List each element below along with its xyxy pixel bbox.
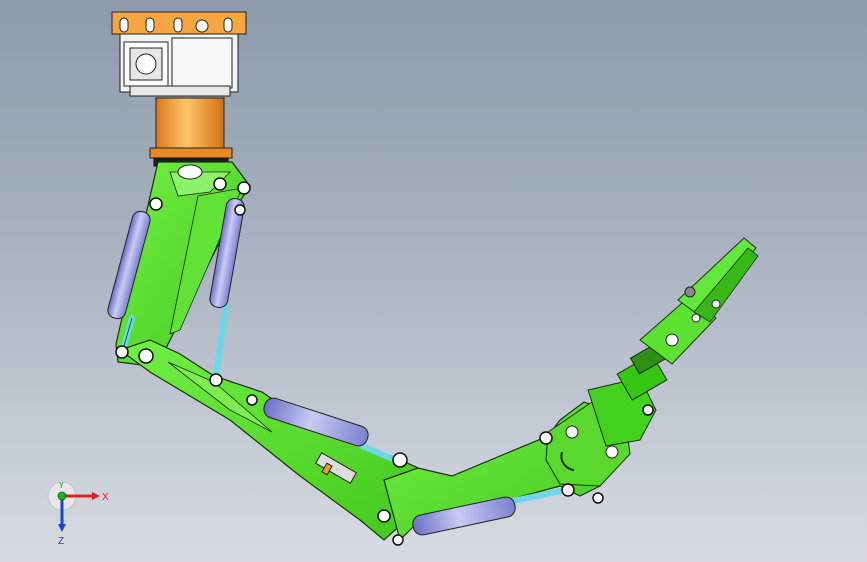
orientation-triad: X Y Z: [47, 482, 109, 547]
gripper: [639, 237, 759, 365]
z-axis-label: Z: [58, 536, 64, 547]
x-axis-label: X: [102, 492, 109, 503]
robot-arm-model[interactable]: [0, 0, 867, 562]
orange-bearing: [155, 97, 225, 151]
base-assembly: [111, 11, 247, 167]
y-axis-label: Y: [58, 482, 65, 491]
cad-viewport[interactable]: X Y Z: [0, 0, 867, 562]
forearm: [118, 339, 419, 541]
